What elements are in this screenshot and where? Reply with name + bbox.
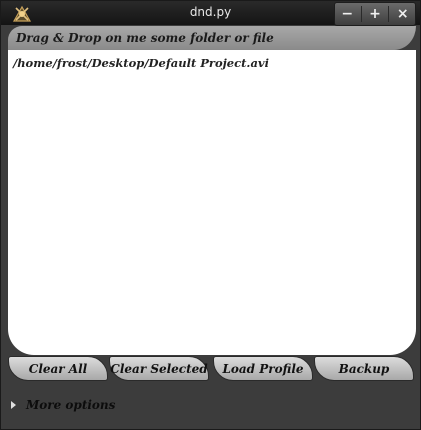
window-controls: − + ×	[334, 2, 416, 26]
list-item[interactable]: /home/frost/Desktop/Default Project.avi	[13, 56, 269, 70]
more-options-label: More options	[26, 398, 116, 412]
maximize-button[interactable]: +	[364, 5, 386, 23]
close-button[interactable]: ×	[392, 5, 414, 23]
backup-button[interactable]: Backup	[314, 356, 414, 381]
button-row: Clear All Clear Selected Load Profile Ba…	[8, 356, 418, 382]
separator	[360, 6, 362, 22]
separator	[388, 6, 390, 22]
load-profile-button[interactable]: Load Profile	[213, 356, 313, 381]
clear-selected-button[interactable]: Clear Selected	[109, 356, 209, 381]
app-window: dnd.py − + × Drag & Drop on me some fold…	[0, 0, 421, 430]
more-options-expander[interactable]: More options	[11, 397, 115, 413]
drop-area-header-label: Drag & Drop on me some folder or file	[16, 31, 274, 45]
minimize-button[interactable]: −	[336, 5, 358, 23]
drop-area-header: Drag & Drop on me some folder or file	[8, 26, 416, 50]
drop-area-list[interactable]: /home/frost/Desktop/Default Project.avi	[8, 50, 416, 355]
title-bar[interactable]: dnd.py − + ×	[1, 1, 420, 26]
triangle-right-icon	[11, 401, 16, 409]
clear-all-button[interactable]: Clear All	[8, 356, 108, 381]
